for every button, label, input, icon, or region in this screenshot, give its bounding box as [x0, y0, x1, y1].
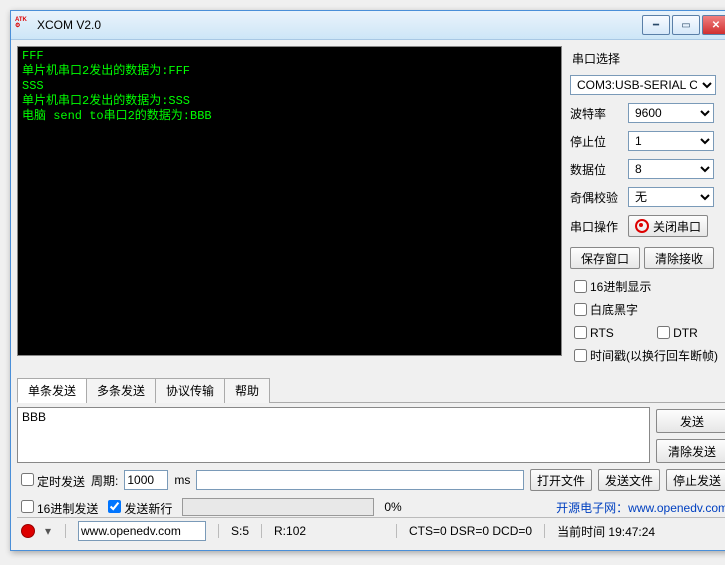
status-time: 当前时间 19:47:24 — [557, 523, 655, 540]
baud-select[interactable]: 9600 — [628, 103, 714, 123]
databits-select[interactable]: 8 — [628, 159, 714, 179]
app-icon: ATK⚙ — [15, 17, 31, 33]
status-signals: CTS=0 DSR=0 DCD=0 — [409, 524, 532, 538]
tab-protocol[interactable]: 协议传输 — [155, 378, 225, 403]
titlebar[interactable]: ATK⚙ XCOM V2.0 ━ ▭ ✕ — [11, 11, 725, 40]
send-tabs: 单条发送 多条发送 协议传输 帮助 — [17, 377, 725, 403]
ms-label: ms — [174, 473, 190, 487]
data-label: 数据位 — [570, 161, 622, 178]
stopbits-select[interactable]: 1 — [628, 131, 714, 151]
terminal-line: 电脑 send to串口2的数据为:BBB — [22, 109, 557, 124]
send-newline-checkbox[interactable]: 发送新行 — [104, 497, 172, 517]
dtr-checkbox[interactable]: DTR — [653, 323, 698, 342]
progress-percent: 0% — [384, 500, 401, 514]
hex-display-checkbox[interactable]: 16进制显示 — [570, 277, 651, 296]
hex-send-checkbox[interactable]: 16进制发送 — [17, 497, 98, 517]
period-label: 周期: — [91, 472, 118, 489]
status-url-input[interactable] — [78, 521, 206, 541]
brand-link[interactable]: 开源电子网：www.openedv.com — [556, 499, 725, 516]
app-window: ATK⚙ XCOM V2.0 ━ ▭ ✕ FFF 单片机串口2发出的数据为:FF… — [10, 10, 725, 551]
tab-multi-send[interactable]: 多条发送 — [86, 378, 156, 403]
clear-rx-button[interactable]: 清除接收 — [644, 247, 714, 269]
send-file-button[interactable]: 发送文件 — [598, 469, 660, 491]
send-textarea[interactable] — [17, 407, 650, 463]
open-file-button[interactable]: 打开文件 — [530, 469, 592, 491]
parity-select[interactable]: 无 — [628, 187, 714, 207]
terminal-line: 单片机串口2发出的数据为:FFF — [22, 64, 557, 79]
progress-bar — [182, 498, 374, 516]
terminal-line: 单片机串口2发出的数据为:SSS — [22, 94, 557, 109]
status-dropdown-icon[interactable]: ▾ — [43, 524, 53, 538]
clear-send-button[interactable]: 清除发送 — [656, 439, 725, 463]
record-icon — [635, 219, 649, 233]
window-title: XCOM V2.0 — [37, 18, 642, 32]
stop-label: 停止位 — [570, 133, 622, 150]
op-label: 串口操作 — [570, 218, 622, 235]
serial-settings-panel: 串口选择 COM3:USB-SERIAL CH340 波特率9600 停止位1 … — [568, 46, 725, 371]
port-select[interactable]: COM3:USB-SERIAL CH340 — [570, 75, 716, 95]
rx-terminal[interactable]: FFF 单片机串口2发出的数据为:FFF SSS 单片机串口2发出的数据为:SS… — [17, 46, 562, 356]
tab-single-send[interactable]: 单条发送 — [17, 378, 87, 403]
timestamp-checkbox[interactable]: 时间戳(以换行回车断帧) — [570, 346, 718, 365]
send-button[interactable]: 发送 — [656, 409, 725, 433]
status-received: R:102 — [274, 524, 384, 538]
baud-label: 波特率 — [570, 105, 622, 122]
panel-header: 串口选择 — [572, 50, 725, 67]
status-dot-icon — [21, 524, 35, 538]
rts-checkbox[interactable]: RTS — [570, 323, 614, 342]
minimize-button[interactable]: ━ — [642, 15, 670, 35]
status-bar: ▾ S:5 R:102 CTS=0 DSR=0 DCD=0 当前时间 19:47… — [17, 517, 725, 544]
file-path-input[interactable] — [196, 470, 524, 490]
terminal-line: FFF — [22, 49, 557, 64]
terminal-line: SSS — [22, 79, 557, 94]
period-input[interactable] — [124, 470, 168, 490]
stop-send-button[interactable]: 停止发送 — [666, 469, 725, 491]
toggle-port-button[interactable]: 关闭串口 — [628, 215, 708, 237]
timed-send-checkbox[interactable]: 定时发送 — [17, 470, 85, 490]
parity-label: 奇偶校验 — [570, 189, 622, 206]
save-window-button[interactable]: 保存窗口 — [570, 247, 640, 269]
maximize-button[interactable]: ▭ — [672, 15, 700, 35]
white-bg-checkbox[interactable]: 白底黑字 — [570, 300, 638, 319]
status-sent: S:5 — [231, 524, 249, 538]
tab-help[interactable]: 帮助 — [224, 378, 270, 403]
close-button[interactable]: ✕ — [702, 15, 725, 35]
